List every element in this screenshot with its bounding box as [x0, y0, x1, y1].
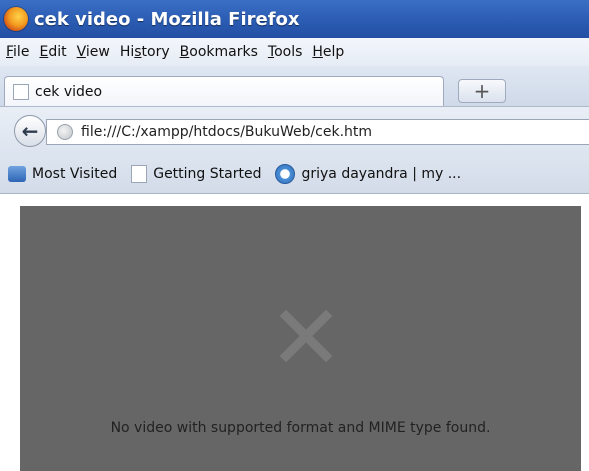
bookmark-most-visited[interactable]: Most Visited — [8, 166, 117, 182]
video-error-x-icon — [279, 309, 333, 363]
tab-label: cek video — [35, 83, 103, 100]
bookmark-griya-dayandra[interactable]: griya dayandra | my ... — [269, 164, 461, 184]
firefox-logo-icon — [4, 7, 28, 31]
bookmark-label: Most Visited — [32, 166, 118, 182]
menu-view[interactable]: View — [77, 44, 120, 60]
navigation-bar: file:///C:/xampp/htdocs/BukuWeb/cek.htm … — [0, 107, 589, 155]
globe-icon — [57, 124, 73, 140]
window-title: cek video - Mozilla Firefox — [34, 8, 300, 30]
bookmark-label: Getting Started — [153, 166, 262, 182]
page-favicon-icon — [13, 83, 29, 100]
bookmark-label: griya dayandra | my ... — [301, 166, 462, 182]
video-player[interactable]: No video with supported format and MIME … — [20, 206, 581, 471]
wordpress-icon — [275, 164, 296, 184]
menu-history[interactable]: History — [120, 44, 180, 60]
most-visited-icon — [8, 166, 26, 182]
url-bar[interactable]: file:///C:/xampp/htdocs/BukuWeb/cek.htm — [46, 119, 589, 145]
menu-tools[interactable]: Tools — [268, 44, 313, 60]
bookmark-getting-started[interactable]: Getting Started — [125, 165, 261, 183]
back-arrow-icon: ← — [21, 119, 39, 143]
tab-cek-video[interactable]: cek video — [4, 76, 444, 106]
tab-bar: cek video + — [0, 66, 589, 107]
menu-file[interactable]: File — [0, 44, 39, 60]
menu-bar: File Edit View History Bookmarks Tools H… — [0, 38, 589, 66]
url-text[interactable]: file:///C:/xampp/htdocs/BukuWeb/cek.htm — [81, 124, 372, 140]
page-icon — [131, 165, 148, 183]
new-tab-button[interactable]: + — [458, 79, 506, 103]
page-content: No video with supported format and MIME … — [0, 194, 589, 471]
bookmarks-toolbar: Most Visited Getting Started griya dayan… — [0, 155, 589, 194]
title-bar: cek video - Mozilla Firefox — [0, 0, 589, 38]
menu-edit[interactable]: Edit — [39, 44, 76, 60]
back-button[interactable]: ← — [14, 115, 46, 147]
video-error-message: No video with supported format and MIME … — [110, 420, 491, 436]
menu-help[interactable]: Help — [312, 44, 354, 60]
menu-bookmarks[interactable]: Bookmarks — [180, 44, 268, 60]
